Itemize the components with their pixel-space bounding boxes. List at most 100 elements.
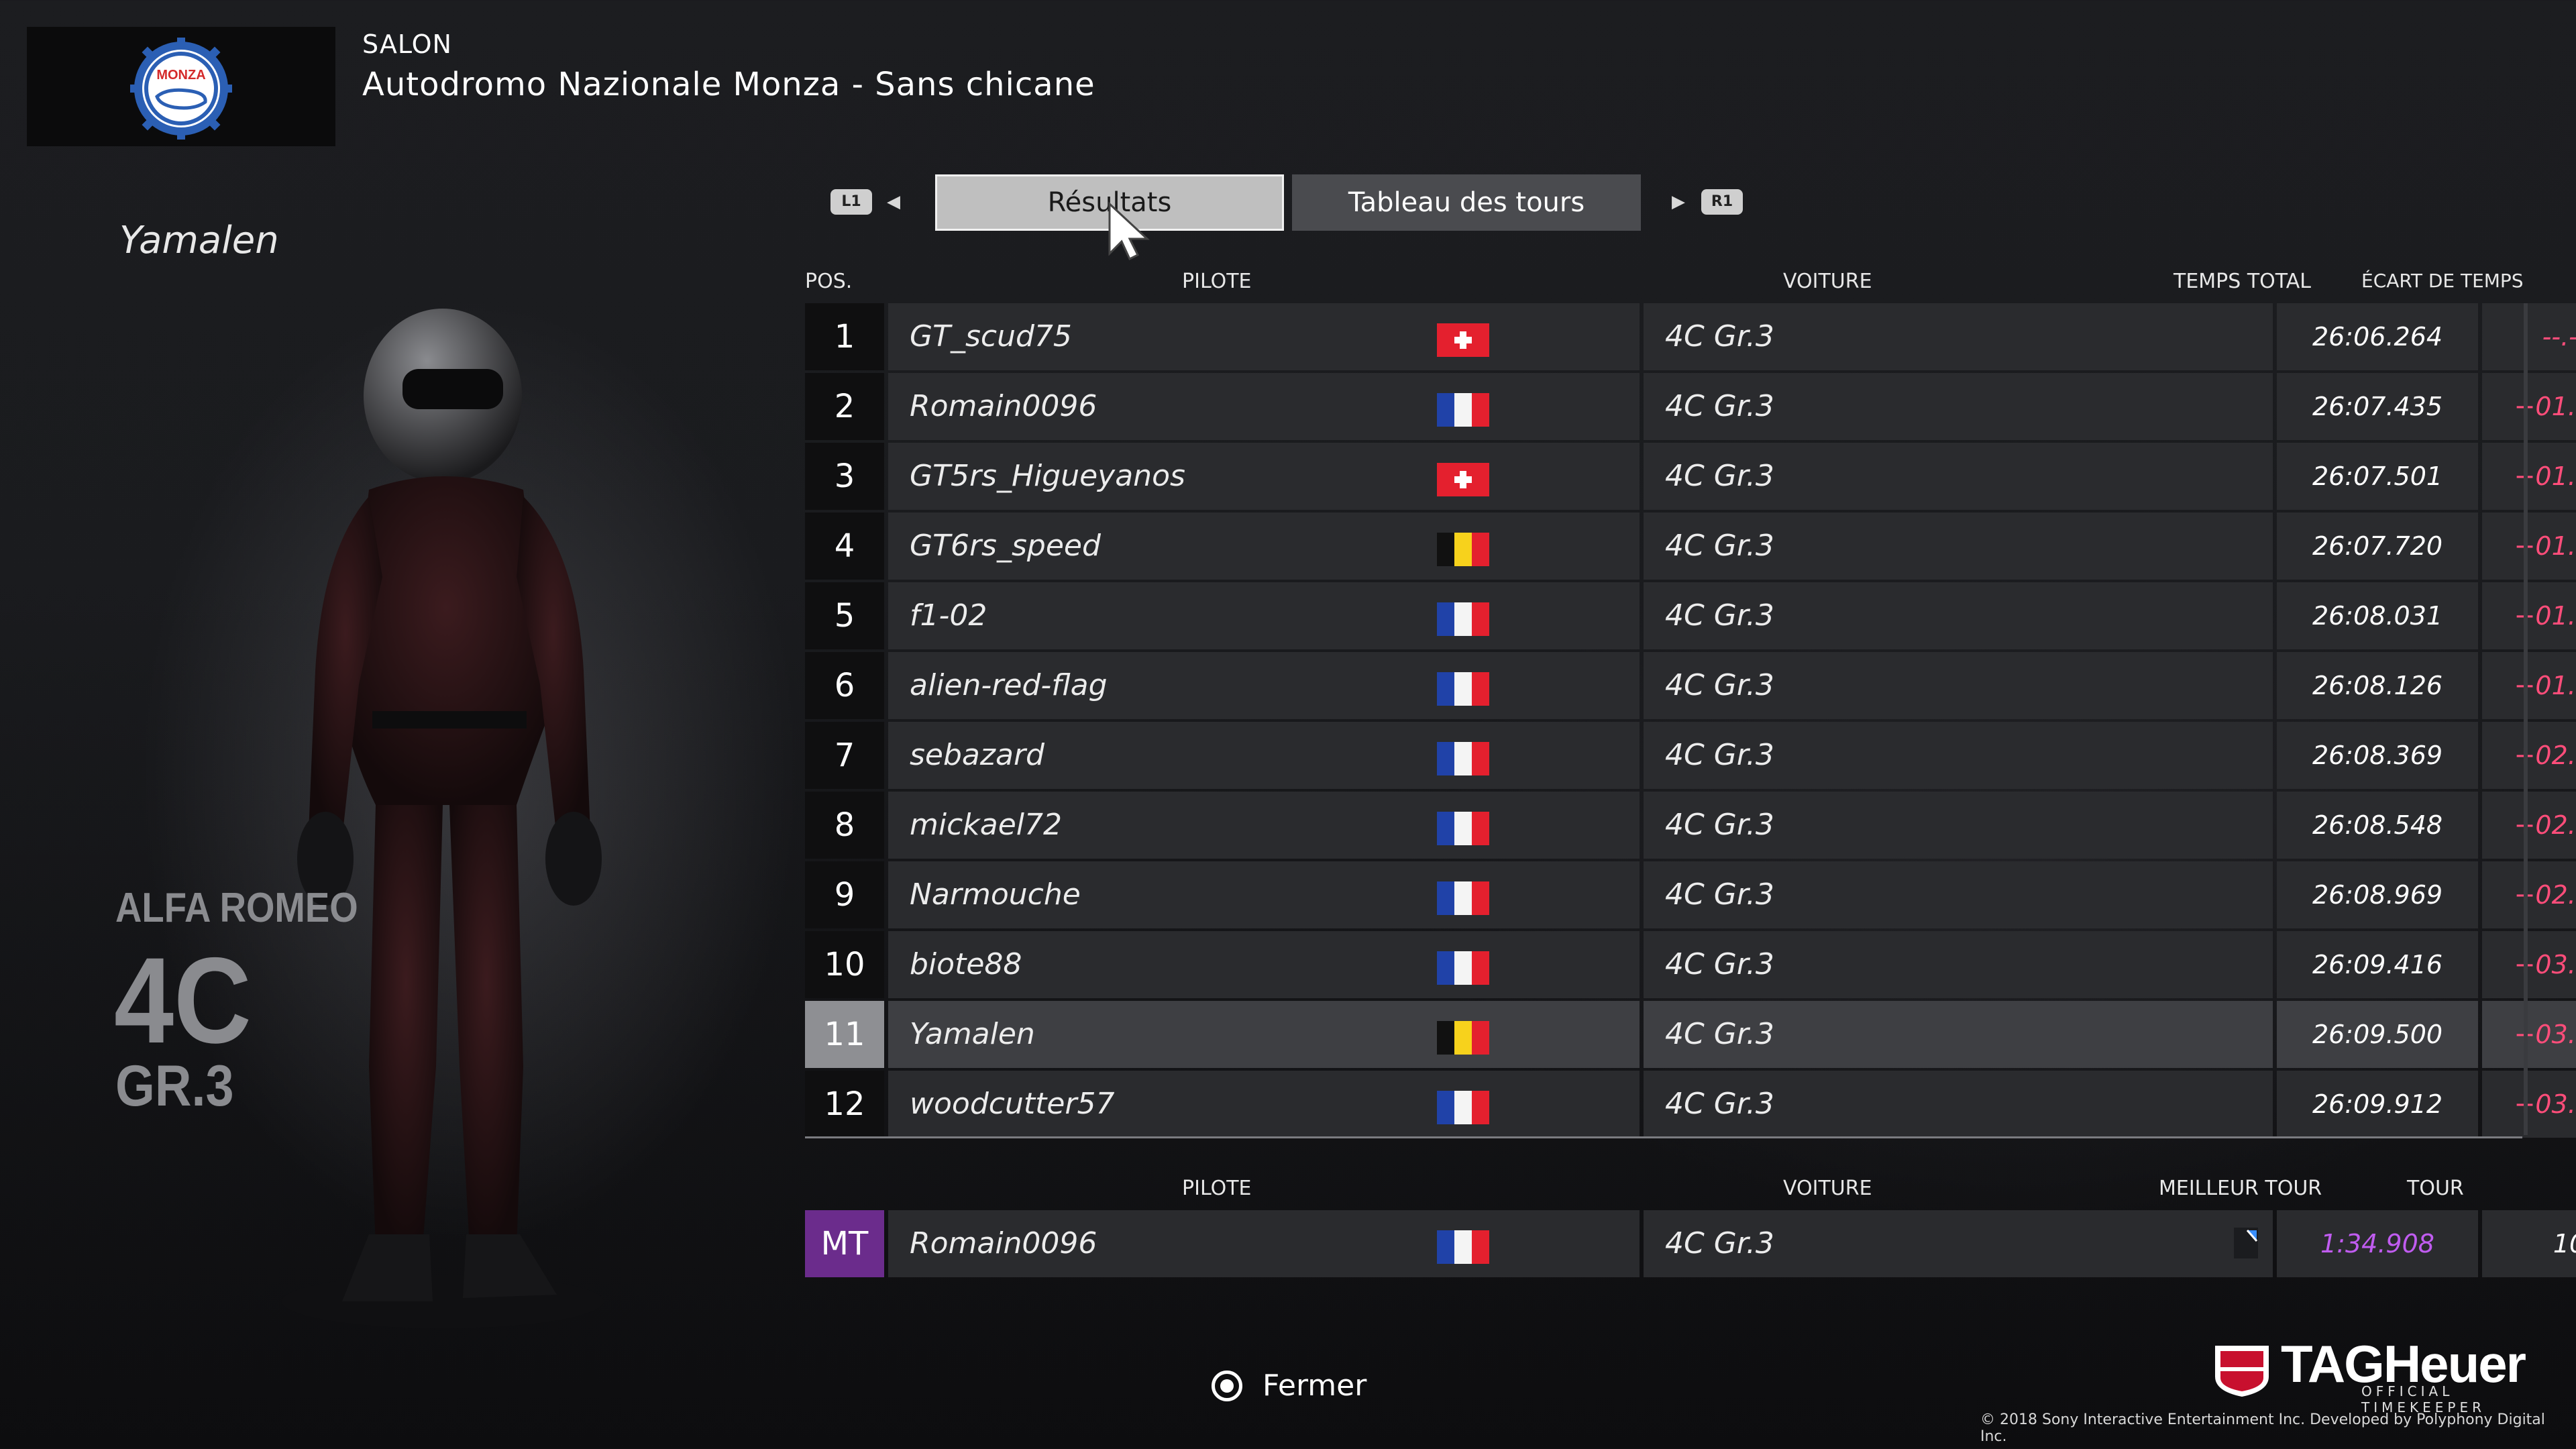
pilot-cell: woodcutter57 — [888, 1071, 1640, 1138]
flag-fr-icon — [1437, 602, 1489, 636]
event-type: SALON — [362, 30, 452, 59]
car-cell: 4C Gr.3 — [1644, 373, 2273, 440]
total-time-cell: 26:07.435 — [2277, 373, 2478, 440]
cursor-icon — [1108, 201, 1150, 261]
car-cell: 4C Gr.3 — [1644, 861, 2273, 928]
position-cell: 2 — [805, 373, 884, 440]
car-cell: 4C Gr.3 — [1644, 582, 2273, 649]
results-scrollbar[interactable] — [2524, 303, 2528, 1135]
table-row[interactable]: 11 Yamalen 4C Gr.3 26:09.500+03.236 — [805, 1001, 2576, 1068]
pilot-cell: GT6rs_speed — [888, 513, 1640, 580]
pilot-cell: sebazard — [888, 722, 1640, 789]
best-lap-row[interactable]: MT Romain0096 4C Gr.3 1:34.908 10 — [805, 1210, 2576, 1277]
car-cell: 4C Gr.3 — [1644, 652, 2273, 719]
r1-button[interactable]: R1 — [1701, 189, 1743, 215]
gap-cell: --.--- — [2482, 303, 2576, 370]
l1-button[interactable]: L1 — [830, 189, 872, 215]
best-col-header-lap: TOUR — [2407, 1177, 2464, 1200]
gap-cell: +01.767 — [2482, 582, 2576, 649]
position-cell: 8 — [805, 792, 884, 859]
flag-ch-icon — [1437, 323, 1489, 357]
position-cell: 9 — [805, 861, 884, 928]
pilot-name: Narmouche — [910, 877, 1081, 912]
gap-cell: +01.862 — [2482, 652, 2576, 719]
flag-be-icon — [1437, 533, 1489, 566]
table-row[interactable]: 9 Narmouche 4C Gr.3 26:08.969+02.705 — [805, 861, 2576, 928]
position-cell: 10 — [805, 931, 884, 998]
table-row[interactable]: 4 GT6rs_speed 4C Gr.3 26:07.720+01.456 — [805, 513, 2576, 580]
table-row[interactable]: 5 f1-02 4C Gr.3 26:08.031+01.767 — [805, 582, 2576, 649]
table-row[interactable]: 7 sebazard 4C Gr.3 26:08.369+02.105 — [805, 722, 2576, 789]
flag-fr-icon — [1437, 393, 1489, 427]
position-cell: 6 — [805, 652, 884, 719]
tab-lap-chart[interactable]: Tableau des tours — [1292, 174, 1641, 231]
total-time-cell: 26:08.969 — [2277, 861, 2478, 928]
table-row[interactable]: 6 alien-red-flag 4C Gr.3 26:08.126+01.862 — [805, 652, 2576, 719]
total-time-cell: 26:08.548 — [2277, 792, 2478, 859]
next-tab-arrow-icon[interactable]: ▶ — [1672, 192, 1685, 212]
total-time-cell: 26:09.500 — [2277, 1001, 2478, 1068]
flag-fr-icon — [1437, 672, 1489, 706]
table-row[interactable]: 3 GT5rs_Higueyanos 4C Gr.3 26:07.501+01.237 — [805, 443, 2576, 510]
pilot-name: GT6rs_speed — [910, 529, 1101, 563]
pilot-name: biote88 — [910, 947, 1022, 981]
track-logo: MONZA — [27, 27, 335, 146]
car-class: GR.3 — [115, 1054, 234, 1118]
pilot-cell: GT5rs_Higueyanos — [888, 443, 1640, 510]
car-model: 4C — [114, 932, 252, 1069]
best-lap-pilot-cell: Romain0096 — [888, 1210, 1640, 1277]
col-header-car: VOITURE — [1783, 270, 1872, 293]
table-row[interactable]: 2 Romain0096 4C Gr.3 26:07.435+01.171 — [805, 373, 2576, 440]
table-row[interactable]: 12 woodcutter57 4C Gr.3 26:09.912+03.648 — [805, 1071, 2576, 1138]
position-cell: 11 — [805, 1001, 884, 1068]
tyre-compound-icon — [2234, 1228, 2258, 1258]
car-name: 4C Gr.3 — [1665, 947, 1774, 981]
car-name: 4C Gr.3 — [1665, 877, 1774, 912]
position-cell: 4 — [805, 513, 884, 580]
car-name: 4C Gr.3 — [1665, 598, 1774, 633]
car-cell: 4C Gr.3 — [1644, 931, 2273, 998]
pilot-cell: Yamalen — [888, 1001, 1640, 1068]
car-name: 4C Gr.3 — [1665, 738, 1774, 772]
close-button[interactable]: Fermer — [1212, 1368, 1366, 1403]
gap-cell: +03.152 — [2482, 931, 2576, 998]
position-cell: 5 — [805, 582, 884, 649]
best-lap-badge: MT — [805, 1210, 884, 1277]
table-row[interactable]: 10 biote88 4C Gr.3 26:09.416+03.152 — [805, 931, 2576, 998]
pilot-cell: GT_scud75 — [888, 303, 1640, 370]
position-cell: 12 — [805, 1071, 884, 1138]
driver-name: Yamalen — [119, 219, 279, 262]
flag-fr-icon — [1437, 812, 1489, 845]
position-cell: 7 — [805, 722, 884, 789]
table-row[interactable]: 1 GT_scud75 4C Gr.3 26:06.264--.--- — [805, 303, 2576, 370]
gap-cell: +03.648 — [2482, 1071, 2576, 1138]
flag-ch-icon — [1437, 463, 1489, 496]
col-header-total-time: TEMPS TOTAL — [2174, 270, 2312, 293]
car-name: 4C Gr.3 — [1665, 808, 1774, 842]
pilot-cell: f1-02 — [888, 582, 1640, 649]
driver-figure — [282, 309, 604, 1328]
flag-fr-icon — [1437, 1230, 1489, 1264]
flag-fr-icon — [1437, 1091, 1489, 1124]
prev-tab-arrow-icon[interactable]: ◀ — [887, 192, 900, 212]
position-cell: 3 — [805, 443, 884, 510]
table-row[interactable]: 8 mickael72 4C Gr.3 26:08.548+02.284 — [805, 792, 2576, 859]
car-name: 4C Gr.3 — [1665, 319, 1774, 354]
car-cell: 4C Gr.3 — [1644, 303, 2273, 370]
best-lap-car: 4C Gr.3 — [1665, 1226, 1774, 1260]
col-header-gap: ÉCART DE TEMPS — [2361, 270, 2524, 292]
track-title: Autodromo Nazionale Monza - Sans chicane — [362, 66, 1095, 103]
col-header-pilot: PILOTE — [1182, 270, 1252, 293]
car-make: ALFA ROMEO — [115, 885, 358, 931]
total-time-cell: 26:07.720 — [2277, 513, 2478, 580]
position-cell: 1 — [805, 303, 884, 370]
car-name: 4C Gr.3 — [1665, 459, 1774, 493]
best-lap-time: 1:34.908 — [2277, 1210, 2478, 1277]
car-name: 4C Gr.3 — [1665, 1017, 1774, 1051]
pilot-name: alien-red-flag — [910, 668, 1108, 702]
pilot-cell: Narmouche — [888, 861, 1640, 928]
pilot-name: sebazard — [910, 738, 1044, 772]
flag-fr-icon — [1437, 881, 1489, 915]
flag-be-icon — [1437, 1021, 1489, 1055]
logo-text: MONZA — [156, 68, 205, 83]
